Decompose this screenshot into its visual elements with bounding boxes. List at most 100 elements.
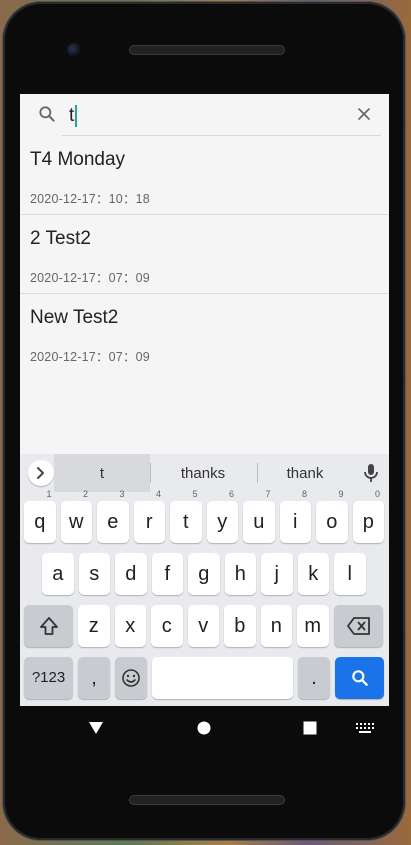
key-a[interactable]: a	[42, 553, 74, 595]
key-j[interactable]: j	[261, 553, 293, 595]
key-label: s	[89, 563, 100, 585]
key-m[interactable]: m	[297, 605, 329, 647]
key-d[interactable]: d	[115, 553, 147, 595]
key-label: z	[88, 615, 99, 637]
navigation-bar	[20, 706, 389, 750]
note-list-item[interactable]: T4 Monday 2020-12-17：10：18	[20, 136, 389, 215]
key-label: w	[69, 511, 84, 533]
close-icon[interactable]	[354, 104, 374, 124]
key-x[interactable]: x	[114, 605, 146, 647]
search-query: t	[69, 105, 75, 126]
key-p[interactable]: p0	[352, 489, 384, 543]
suggestion-t[interactable]: t	[54, 465, 150, 482]
app-screen: t T4 Monday 2020-12-17：10：18 2 Test2 202…	[20, 94, 389, 706]
key-label: j	[274, 563, 279, 585]
note-title: T4 Monday	[30, 149, 126, 170]
suggestion-strip: t thanks thank	[20, 454, 389, 492]
key-c[interactable]: c	[151, 605, 183, 647]
key-label: a	[52, 563, 64, 585]
key-g[interactable]: g	[188, 553, 220, 595]
search-input[interactable]: t	[69, 103, 329, 129]
key-number-hint: 0	[374, 489, 380, 499]
note-title: New Test2	[30, 307, 119, 328]
key-number-hint: 4	[155, 489, 161, 499]
chevron-right-icon	[37, 467, 44, 479]
key-number-hint: 5	[192, 489, 198, 499]
key-t[interactable]: t5	[170, 489, 202, 543]
key-z[interactable]: z	[78, 605, 110, 647]
key-label: t	[182, 511, 189, 533]
expand-toolbar-button[interactable]	[28, 460, 54, 486]
key-e[interactable]: e3	[97, 489, 129, 543]
note-list-item[interactable]: 2 Test2 2020-12-17：07：09	[20, 215, 389, 294]
front-camera	[67, 43, 81, 57]
recents-square-icon[interactable]	[303, 721, 317, 735]
emoji-icon	[122, 669, 140, 687]
note-title: 2 Test2	[30, 228, 91, 249]
key-number-hint: 8	[301, 489, 307, 499]
key-y[interactable]: y6	[206, 489, 238, 543]
note-date: 2020-12-17：07：09	[30, 271, 150, 285]
home-circle-icon[interactable]	[197, 721, 211, 735]
key-label: m	[304, 615, 322, 637]
backspace-icon	[346, 617, 370, 635]
key-h[interactable]: h	[224, 553, 256, 595]
microphone-icon[interactable]	[361, 462, 381, 484]
key-label: g	[198, 563, 210, 585]
emoji-key[interactable]	[115, 657, 147, 699]
search-icon	[351, 670, 368, 686]
space-bar[interactable]	[152, 657, 293, 699]
shift-icon	[39, 617, 58, 635]
key-number-hint: 1	[46, 489, 52, 499]
suggestion-divider	[150, 463, 151, 483]
key-number-hint: 2	[82, 489, 88, 499]
key-q[interactable]: q1	[24, 489, 56, 543]
key-label: x	[125, 615, 136, 637]
key-label: v	[198, 615, 209, 637]
symbols-key[interactable]: ?123	[24, 657, 73, 699]
key-f[interactable]: f	[151, 553, 183, 595]
key-b[interactable]: b	[224, 605, 256, 647]
key-v[interactable]: v	[187, 605, 219, 647]
key-number-hint: 6	[228, 489, 234, 499]
key-number-hint: 9	[338, 489, 344, 499]
key-label: p	[362, 511, 374, 533]
key-label: e	[107, 511, 119, 533]
key-u[interactable]: u7	[243, 489, 275, 543]
key-label: b	[234, 615, 246, 637]
soft-keyboard: t thanks thank q1w2e3r4t5y6u7i8o9p0 asdf…	[20, 454, 389, 706]
key-label: o	[326, 511, 338, 533]
key-label: i	[293, 511, 298, 533]
suggestion-thanks[interactable]: thanks	[153, 465, 253, 482]
period-key[interactable]: .	[298, 657, 330, 699]
key-label: u	[253, 511, 265, 533]
text-caret	[75, 104, 78, 127]
shift-key[interactable]	[24, 605, 73, 647]
comma-key[interactable]: ,	[78, 657, 110, 699]
key-label: r	[145, 511, 153, 533]
key-label: k	[308, 563, 319, 585]
key-w[interactable]: w2	[60, 489, 92, 543]
key-r[interactable]: r4	[133, 489, 165, 543]
back-triangle-icon[interactable]	[88, 720, 104, 736]
key-k[interactable]: k	[297, 553, 329, 595]
keyboard-icon[interactable]	[356, 723, 374, 733]
suggestion-thank[interactable]: thank	[260, 465, 350, 482]
key-i[interactable]: i8	[279, 489, 311, 543]
key-label: d	[125, 563, 137, 585]
note-date: 2020-12-17：07：09	[30, 350, 150, 364]
key-s[interactable]: s	[78, 553, 110, 595]
key-o[interactable]: o9	[316, 489, 348, 543]
key-l[interactable]: l	[334, 553, 366, 595]
note-list-item[interactable]: New Test2 2020-12-17：07：09	[20, 294, 389, 372]
search-icon	[39, 106, 55, 122]
key-number-hint: 3	[119, 489, 125, 499]
key-label: c	[161, 615, 172, 637]
key-label: f	[164, 563, 171, 585]
key-label: y	[217, 511, 228, 533]
search-action-key[interactable]	[335, 657, 384, 699]
key-n[interactable]: n	[260, 605, 292, 647]
backspace-key[interactable]	[334, 605, 383, 647]
key-label: n	[270, 615, 282, 637]
key-label: h	[234, 563, 246, 585]
